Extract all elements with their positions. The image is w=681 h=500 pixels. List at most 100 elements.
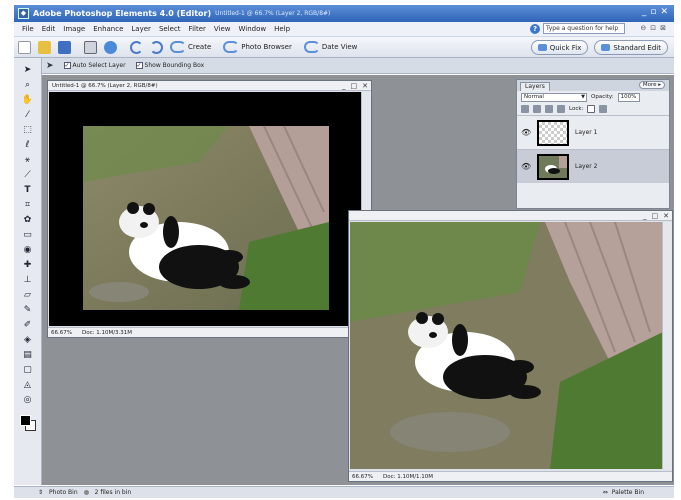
date-view-button[interactable]: Date View <box>303 41 357 53</box>
undo-icon[interactable] <box>130 40 143 54</box>
doc2-minimize-button[interactable]: _ <box>643 211 647 221</box>
type-tool-icon[interactable]: T <box>20 184 36 197</box>
delete-layer-icon[interactable] <box>545 105 553 113</box>
blur-tool-icon[interactable]: ◬ <box>20 379 36 392</box>
document-canvas[interactable] <box>49 92 362 326</box>
blend-mode-select[interactable]: Normal ▼ <box>521 92 587 102</box>
gradient-tool-icon[interactable]: ▤ <box>20 349 36 362</box>
layer-name: Layer 2 <box>575 163 598 170</box>
move-tool-icon[interactable]: ➤ <box>20 64 36 77</box>
opacity-input[interactable]: 100% <box>617 92 640 102</box>
palette-bin-toggle[interactable]: ⇔ <box>603 489 608 496</box>
more-button[interactable]: More ▸ <box>638 81 665 89</box>
layer-row[interactable]: 👁 Layer 1 <box>517 115 669 149</box>
healing-brush-tool-icon[interactable]: ✚ <box>20 259 36 272</box>
print-icon[interactable] <box>84 40 97 54</box>
photo-bin-label[interactable]: Photo Bin <box>49 489 78 496</box>
doc2-close-button[interactable]: ✕ <box>663 211 669 221</box>
doc1-close-button[interactable]: ✕ <box>362 81 368 91</box>
help-search-input[interactable]: Type a question for help <box>543 23 625 34</box>
online-services-icon[interactable] <box>104 40 117 54</box>
document-title-bar[interactable]: Untitled-1 @ 66.7% (Layer 2, RGB/8#) _ □… <box>48 81 371 91</box>
menu-view[interactable]: View <box>210 25 235 33</box>
layer-row[interactable]: 👁 Layer 2 <box>517 149 669 183</box>
menu-layer[interactable]: Layer <box>127 25 155 33</box>
clone-stamp-tool-icon[interactable]: ⊥ <box>20 274 36 287</box>
sponge-tool-icon[interactable]: ◎ <box>20 394 36 407</box>
cookie-cutter-tool-icon[interactable]: ✿ <box>20 214 36 227</box>
photo-browser-button[interactable]: Photo Browser <box>223 41 292 53</box>
eraser-tool-icon[interactable]: ▱ <box>20 289 36 302</box>
menu-edit[interactable]: Edit <box>38 25 60 33</box>
marquee-tool-icon[interactable]: ⬚ <box>20 124 36 137</box>
menu-window[interactable]: Window <box>235 25 271 33</box>
show-bounding-box-option[interactable]: ✓ Show Bounding Box <box>135 62 204 69</box>
link-layer-icon[interactable] <box>557 105 565 113</box>
lock-icon[interactable] <box>599 105 608 113</box>
eye-icon[interactable]: 👁 <box>521 162 531 171</box>
doc1-minimize-button[interactable]: _ <box>342 81 346 91</box>
foreground-color-swatch[interactable] <box>19 415 31 426</box>
document-status-bar: 66.67% Doc: 1.10M/3.31M <box>48 327 371 337</box>
brush-tool-icon[interactable]: ✐ <box>20 319 36 332</box>
quick-fix-button[interactable]: Quick Fix <box>530 40 589 55</box>
redo-icon[interactable] <box>150 40 163 54</box>
paint-bucket-tool-icon[interactable]: ◈ <box>20 334 36 347</box>
document-title-bar[interactable]: _ □ ✕ <box>349 211 672 221</box>
doc1-maximize-button[interactable]: □ <box>351 81 358 91</box>
new-layer-icon[interactable] <box>521 105 529 113</box>
selection-brush-tool-icon[interactable]: ⟋ <box>20 169 36 182</box>
menu-filter[interactable]: Filter <box>185 25 210 33</box>
auto-select-layer-option[interactable]: ✓ Auto Select Layer <box>63 62 126 69</box>
color-swatches[interactable] <box>18 413 38 433</box>
hand-tool-icon[interactable]: ✋ <box>20 94 36 107</box>
standard-edit-button[interactable]: Standard Edit <box>594 40 668 55</box>
red-eye-tool-icon[interactable]: ◉ <box>20 244 36 257</box>
move-tool-preset-icon[interactable]: ➤ <box>46 61 54 71</box>
shortcuts-bar: Create Photo Browser Date View Quick Fix… <box>14 37 674 58</box>
eye-icon[interactable]: 👁 <box>521 128 531 137</box>
create-button[interactable]: Create <box>170 41 211 53</box>
doc-minimize-button[interactable]: ⊖ <box>640 24 646 32</box>
standard-edit-icon <box>601 44 611 51</box>
minimize-button[interactable]: _ <box>642 7 647 17</box>
photo-bin-toggle[interactable]: ⇕ <box>38 489 43 496</box>
pencil-tool-icon[interactable]: ✎ <box>20 304 36 317</box>
shape-tool-icon[interactable]: ▢ <box>20 364 36 377</box>
bounding-box-checkbox[interactable]: ✓ <box>135 62 143 69</box>
magic-wand-tool-icon[interactable]: ⚹ <box>20 154 36 167</box>
restore-button[interactable]: ▫ <box>650 7 656 17</box>
doc-restore-button[interactable]: ⊡ <box>650 24 656 32</box>
menu-help[interactable]: Help <box>270 25 294 33</box>
menu-select[interactable]: Select <box>155 25 185 33</box>
menu-bar: File Edit Image Enhance Layer Select Fil… <box>14 22 674 37</box>
app-icon: ◆ <box>18 8 29 19</box>
straighten-tool-icon[interactable]: ▭ <box>20 229 36 242</box>
close-button[interactable]: ✕ <box>660 7 668 17</box>
menu-file[interactable]: File <box>18 25 38 33</box>
status-bar: ⇕ Photo Bin 2 files in bin ⇔ Palette Bin <box>14 486 674 498</box>
document-canvas[interactable] <box>350 222 663 469</box>
auto-select-checkbox[interactable]: ✓ <box>63 62 71 69</box>
doc2-maximize-button[interactable]: □ <box>652 211 659 221</box>
document-status-bar: 66.67% Doc: 1.10M/1.10M <box>349 471 672 481</box>
menu-enhance[interactable]: Enhance <box>89 25 127 33</box>
crop-tool-icon[interactable]: ⌗ <box>20 199 36 212</box>
adjustment-layer-icon[interactable] <box>533 105 541 113</box>
menu-image[interactable]: Image <box>59 25 89 33</box>
document-window-panda[interactable]: _ □ ✕ 66.67% Doc: 1.10M/1.10M <box>348 210 673 482</box>
new-file-icon[interactable] <box>18 40 31 54</box>
document-window-untitled[interactable]: Untitled-1 @ 66.7% (Layer 2, RGB/8#) _ □… <box>47 80 372 338</box>
palette-bin-label[interactable]: Palette Bin <box>612 489 644 496</box>
layers-tab[interactable]: Layers <box>520 82 550 91</box>
vertical-scrollbar[interactable] <box>662 222 672 469</box>
zoom-level[interactable]: 66.67% <box>352 472 373 481</box>
doc-close-button[interactable]: ⊠ <box>660 24 666 32</box>
eyedropper-tool-icon[interactable]: ⁄ <box>20 109 36 122</box>
zoom-tool-icon[interactable]: ⌕ <box>20 79 36 92</box>
lock-transparency-icon[interactable] <box>587 105 596 113</box>
open-folder-icon[interactable] <box>38 40 51 54</box>
lasso-tool-icon[interactable]: ℓ <box>20 139 36 152</box>
zoom-level[interactable]: 66.67% <box>51 328 72 337</box>
save-icon[interactable] <box>58 40 71 54</box>
